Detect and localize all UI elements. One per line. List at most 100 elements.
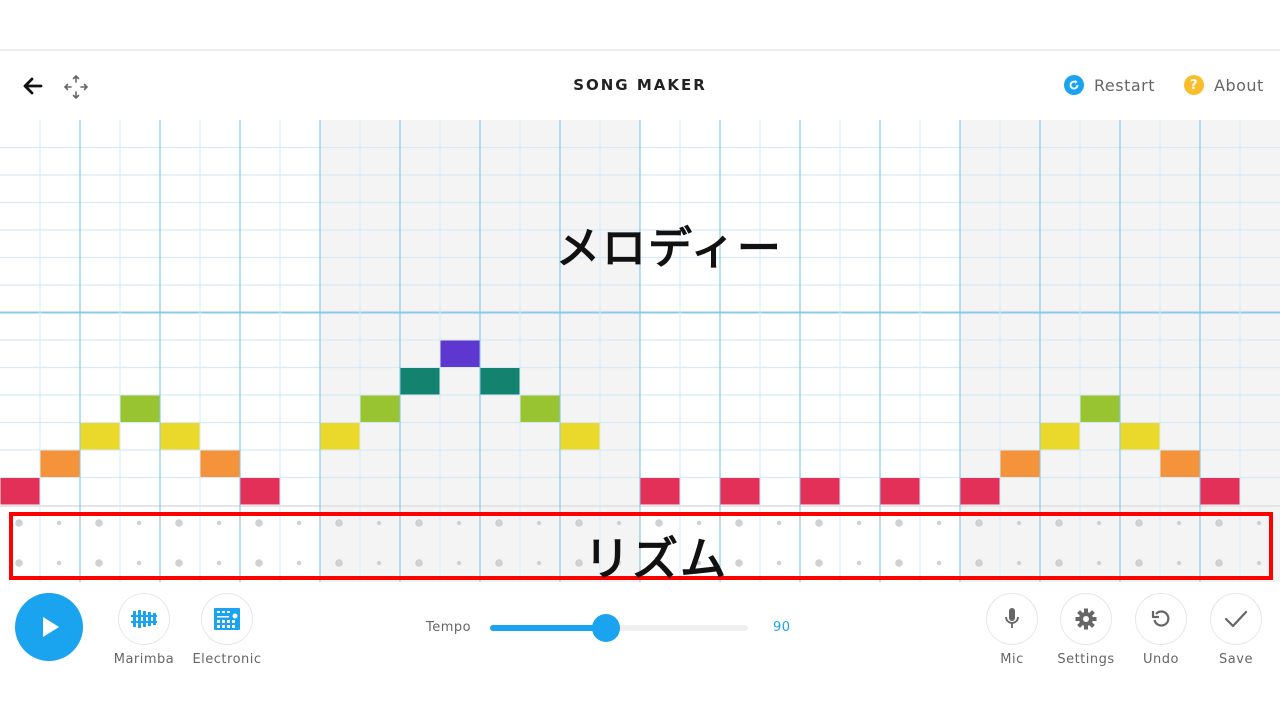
rhythm-dot[interactable] [655, 559, 663, 567]
rhythm-dot[interactable] [815, 559, 823, 567]
rhythm-dot[interactable] [175, 519, 183, 527]
melody-note[interactable] [720, 478, 760, 505]
melody-note[interactable] [560, 423, 600, 450]
rhythm-dot[interactable] [136, 560, 142, 566]
rhythm-dot[interactable] [216, 560, 222, 566]
instrument-marimba-button[interactable]: Marimba [104, 593, 184, 667]
rhythm-dot[interactable] [1256, 560, 1262, 566]
rhythm-dot[interactable] [296, 520, 302, 526]
rhythm-dot[interactable] [895, 559, 903, 567]
rhythm-dot[interactable] [495, 519, 503, 527]
mic-button[interactable]: Mic [972, 593, 1052, 667]
rhythm-dot[interactable] [1016, 520, 1022, 526]
rhythm-dot[interactable] [415, 559, 423, 567]
grid-canvas[interactable] [0, 120, 1280, 582]
rhythm-dot[interactable] [296, 560, 302, 566]
melody-note[interactable] [160, 423, 200, 450]
melody-note[interactable] [1120, 423, 1160, 450]
rhythm-dot[interactable] [815, 519, 823, 527]
rhythm-dot[interactable] [95, 559, 103, 567]
rhythm-dot[interactable] [696, 560, 702, 566]
melody-note[interactable] [1200, 478, 1240, 505]
song-grid[interactable]: メロディー リズム [0, 120, 1280, 586]
rhythm-dot[interactable] [255, 559, 263, 567]
melody-note[interactable] [880, 478, 920, 505]
melody-note[interactable] [400, 368, 440, 395]
rhythm-dot[interactable] [95, 519, 103, 527]
settings-button[interactable]: Settings [1046, 593, 1126, 667]
rhythm-dot[interactable] [56, 520, 62, 526]
melody-note[interactable] [520, 395, 560, 423]
melody-note[interactable] [320, 423, 360, 450]
rhythm-dot[interactable] [616, 560, 622, 566]
rhythm-dot[interactable] [856, 520, 862, 526]
play-button[interactable] [15, 593, 83, 661]
melody-note[interactable] [960, 478, 1000, 505]
rhythm-dot[interactable] [335, 519, 343, 527]
rhythm-dot[interactable] [616, 520, 622, 526]
rhythm-dot[interactable] [696, 520, 702, 526]
melody-note[interactable] [800, 478, 840, 505]
rhythm-dot[interactable] [536, 520, 542, 526]
rhythm-dot[interactable] [776, 520, 782, 526]
rhythm-dot[interactable] [255, 519, 263, 527]
rhythm-dot[interactable] [856, 560, 862, 566]
rhythm-dot[interactable] [575, 519, 583, 527]
rhythm-dot[interactable] [936, 520, 942, 526]
rhythm-dot[interactable] [56, 560, 62, 566]
about-button[interactable]: ? About [1184, 75, 1264, 95]
rhythm-dot[interactable] [1016, 560, 1022, 566]
tempo-slider-thumb[interactable] [592, 614, 621, 642]
rhythm-dot[interactable] [15, 519, 23, 527]
melody-note[interactable] [0, 478, 40, 505]
rhythm-dot[interactable] [1135, 519, 1143, 527]
rhythm-dot[interactable] [456, 520, 462, 526]
melody-note[interactable] [480, 368, 520, 395]
save-button[interactable]: Save [1196, 593, 1276, 667]
rhythm-dot[interactable] [735, 559, 743, 567]
rhythm-dot[interactable] [376, 560, 382, 566]
move-button[interactable] [62, 73, 90, 101]
instrument-electronic-button[interactable]: Electronic [187, 593, 267, 667]
melody-note[interactable] [440, 340, 480, 368]
rhythm-dot[interactable] [335, 559, 343, 567]
melody-note[interactable] [1000, 450, 1040, 478]
restart-button[interactable]: Restart [1064, 75, 1155, 95]
melody-note[interactable] [640, 478, 680, 505]
rhythm-dot[interactable] [495, 559, 503, 567]
melody-note[interactable] [360, 395, 400, 423]
rhythm-dot[interactable] [1176, 520, 1182, 526]
rhythm-dot[interactable] [136, 520, 142, 526]
rhythm-dot[interactable] [975, 519, 983, 527]
melody-note[interactable] [1080, 395, 1120, 423]
melody-note[interactable] [1040, 423, 1080, 450]
undo-button[interactable]: Undo [1121, 593, 1201, 667]
rhythm-dot[interactable] [1096, 520, 1102, 526]
rhythm-dot[interactable] [1215, 519, 1223, 527]
back-button[interactable] [20, 73, 46, 99]
rhythm-dot[interactable] [735, 519, 743, 527]
melody-note[interactable] [200, 450, 240, 478]
rhythm-dot[interactable] [1176, 560, 1182, 566]
melody-note[interactable] [120, 395, 160, 423]
rhythm-dot[interactable] [1055, 559, 1063, 567]
rhythm-dot[interactable] [655, 519, 663, 527]
melody-note[interactable] [80, 423, 120, 450]
rhythm-dot[interactable] [936, 560, 942, 566]
rhythm-dot[interactable] [776, 560, 782, 566]
rhythm-dot[interactable] [1135, 559, 1143, 567]
rhythm-dot[interactable] [975, 559, 983, 567]
melody-note[interactable] [240, 478, 280, 505]
rhythm-dot[interactable] [895, 519, 903, 527]
rhythm-dot[interactable] [175, 559, 183, 567]
rhythm-dot[interactable] [575, 559, 583, 567]
rhythm-dot[interactable] [1055, 519, 1063, 527]
melody-note[interactable] [1160, 450, 1200, 478]
tempo-slider[interactable] [490, 614, 748, 642]
rhythm-dot[interactable] [1215, 559, 1223, 567]
rhythm-dot[interactable] [415, 519, 423, 527]
rhythm-dot[interactable] [376, 520, 382, 526]
rhythm-dot[interactable] [1096, 560, 1102, 566]
melody-note[interactable] [40, 450, 80, 478]
rhythm-dot[interactable] [15, 559, 23, 567]
